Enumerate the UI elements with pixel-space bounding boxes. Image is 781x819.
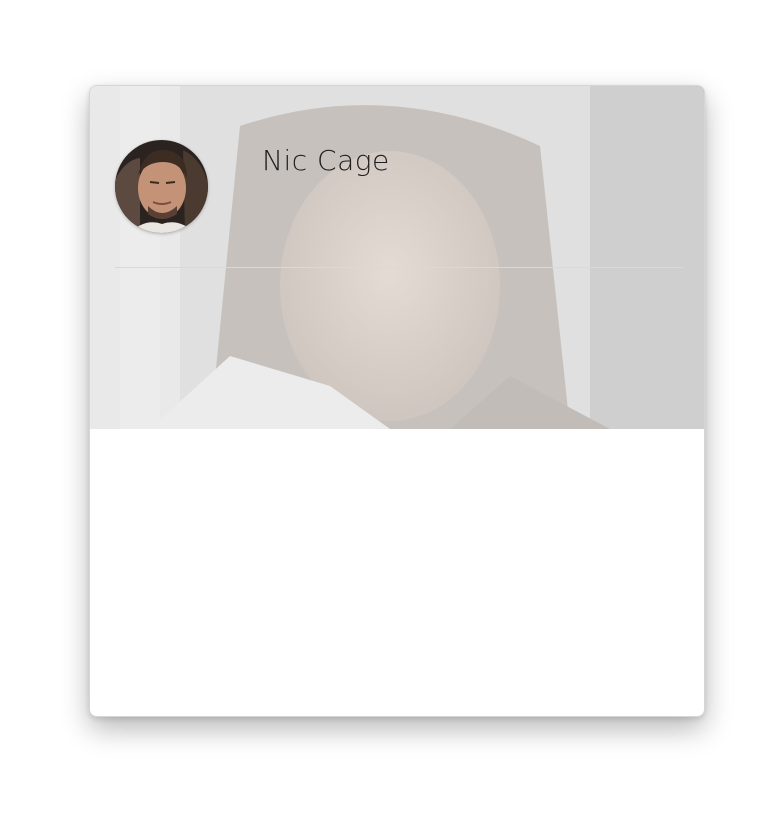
profile-header: Nic Cage bbox=[90, 86, 704, 429]
profile-name: Nic Cage bbox=[262, 144, 390, 177]
avatar-photo-icon bbox=[115, 140, 208, 233]
header-overlay bbox=[90, 86, 704, 429]
profile-card: Nic Cage bbox=[89, 85, 705, 717]
profile-body bbox=[90, 429, 704, 716]
header-divider bbox=[115, 267, 683, 268]
avatar[interactable] bbox=[115, 140, 208, 233]
